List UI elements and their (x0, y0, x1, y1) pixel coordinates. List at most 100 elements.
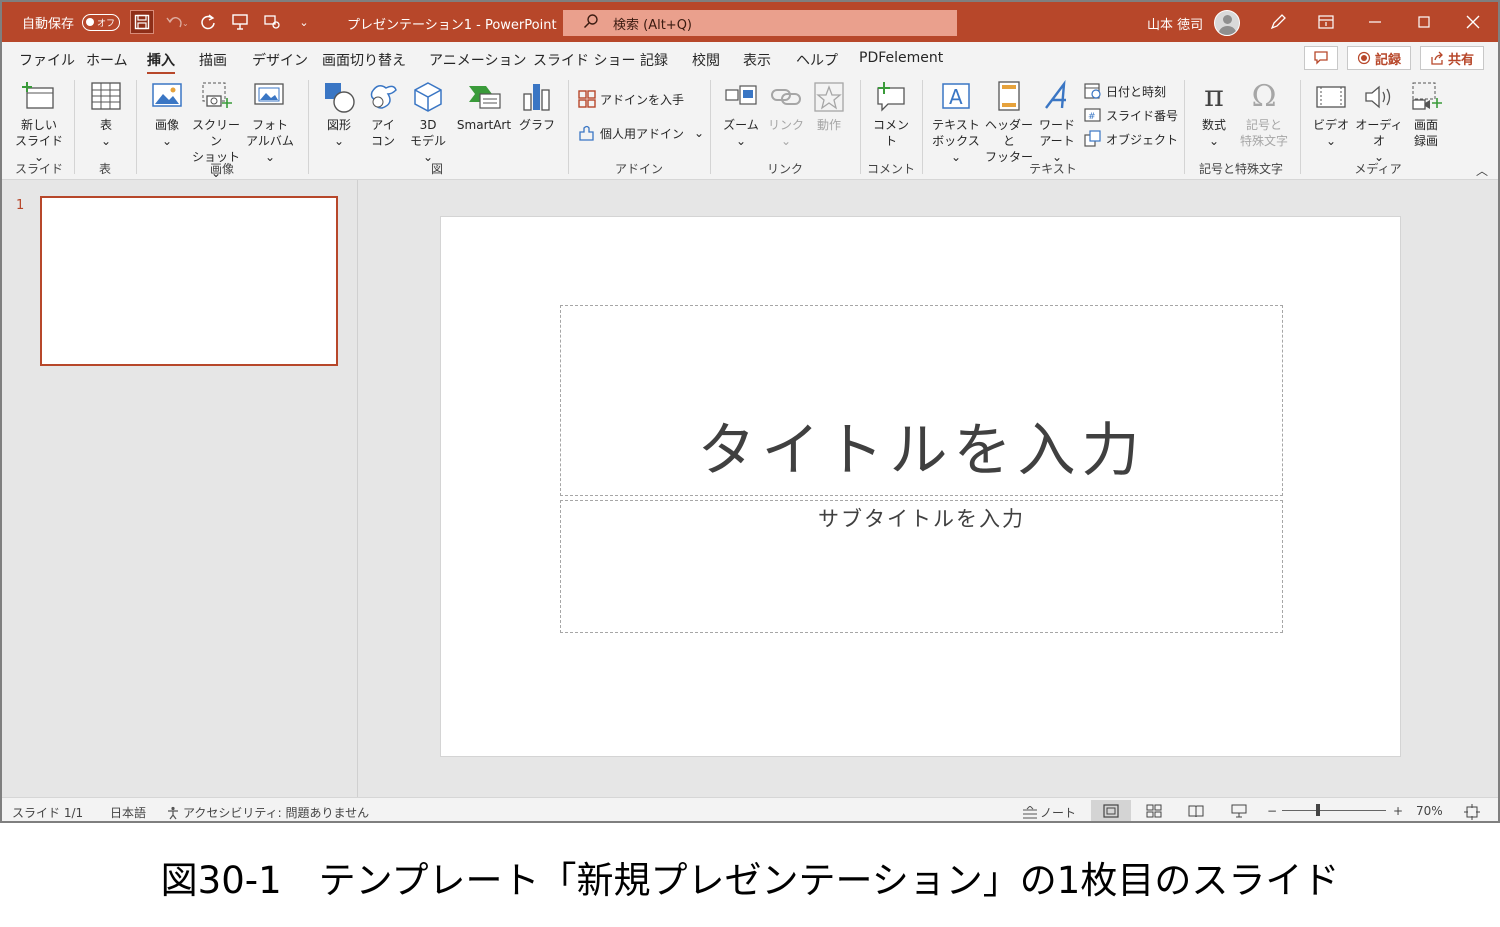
slide-sorter-icon (1146, 804, 1162, 818)
textbox-button[interactable]: A テキスト ボックス ⌄ (930, 80, 982, 165)
photo-album-button[interactable]: フォト アルバム ⌄ (242, 80, 298, 165)
textbox-icon: A (930, 80, 982, 114)
new-slide-button[interactable]: 新しい スライド ⌄ (10, 80, 68, 165)
title-bar: 自動保存 オフ ⌄ ⌄ プレゼンテーション1 - PowerPoint (2, 2, 1498, 42)
start-slideshow-icon[interactable] (228, 10, 252, 34)
notes-button[interactable]: ノート (1022, 804, 1076, 821)
screen-recording-button[interactable]: 画面 録画 (1404, 80, 1448, 149)
slideshow-view-button[interactable] (1219, 800, 1259, 821)
chart-button[interactable]: グラフ (516, 80, 558, 133)
subtitle-placeholder[interactable]: サブタイトルを入力 (560, 500, 1283, 633)
comments-button[interactable] (1304, 46, 1338, 70)
tab-animations[interactable]: アニメーション (429, 50, 526, 70)
get-addins-button[interactable]: アドインを入手 (578, 90, 684, 108)
audio-button[interactable]: オーディオ ⌄ (1354, 80, 1404, 165)
collapse-ribbon-icon[interactable]: ︿ (1476, 162, 1488, 179)
tab-design[interactable]: デザイン (252, 50, 308, 70)
shapes-button[interactable]: 図形 ⌄ (316, 80, 362, 149)
tab-file[interactable]: ファイル (19, 50, 75, 70)
table-button[interactable]: 表 ⌄ (82, 80, 130, 149)
table-icon (82, 80, 130, 114)
tab-help[interactable]: ヘルプ (796, 50, 838, 70)
powerpoint-window: 自動保存 オフ ⌄ ⌄ プレゼンテーション1 - PowerPoint (0, 0, 1500, 823)
tab-transitions[interactable]: 画面切り替え (322, 50, 406, 70)
group-label-symbols: 記号と特殊文字 (1198, 162, 1283, 176)
omega-icon: Ω (1251, 79, 1277, 114)
title-placeholder[interactable]: タイトルを入力 (560, 305, 1283, 496)
redo-icon[interactable] (196, 10, 220, 34)
symbol-button[interactable]: Ω 記号と 特殊文字 (1238, 80, 1290, 149)
zoom-slider-track[interactable] (1282, 810, 1386, 811)
maximize-icon[interactable] (1412, 10, 1436, 34)
zoom-level[interactable]: 70% (1416, 804, 1443, 818)
fit-to-window-icon[interactable] (1464, 804, 1480, 820)
header-footer-button[interactable]: ヘッダーと フッター (984, 80, 1034, 165)
reading-view-button[interactable] (1176, 800, 1216, 821)
slide-number-button[interactable]: # スライド番号 (1084, 106, 1178, 124)
tab-insert[interactable]: 挿入 (147, 50, 175, 75)
normal-view-button[interactable] (1091, 800, 1131, 821)
calendar-icon (1084, 83, 1101, 99)
icons-button[interactable]: アイ コン (364, 80, 402, 149)
slide-sorter-button[interactable] (1134, 800, 1174, 821)
language-indicator[interactable]: 日本語 (110, 804, 146, 821)
tab-home[interactable]: ホーム (86, 50, 128, 70)
tab-slideshow[interactable]: スライド ショー (533, 50, 635, 70)
wordart-button[interactable]: ワード アート ⌄ (1034, 80, 1080, 165)
my-addins-button[interactable]: 個人用アドイン ⌄ (578, 124, 704, 142)
picture-icon (144, 80, 190, 114)
photo-album-icon (242, 80, 298, 114)
object-button[interactable]: オブジェクト (1084, 130, 1178, 148)
group-label-text: テキスト (1029, 162, 1077, 176)
share-button[interactable]: 共有 (1420, 46, 1484, 70)
accessibility-status[interactable]: アクセシビリティ: 問題ありません (166, 804, 369, 821)
pen-icon[interactable] (1266, 10, 1290, 34)
group-label-media: メディア (1354, 162, 1402, 176)
slideshow-view-icon (1231, 804, 1247, 818)
zoom-in-button[interactable]: + (1393, 804, 1403, 818)
tab-review[interactable]: 校閲 (692, 50, 720, 70)
ribbon-display-options-icon[interactable] (1314, 10, 1338, 34)
customize-qat-icon[interactable]: ⌄ (292, 10, 316, 34)
action-button[interactable]: 動作 (808, 80, 850, 133)
reading-view-icon (1188, 805, 1204, 818)
group-label-images: 画像 (209, 162, 234, 176)
tab-pdfelement[interactable]: PDFelement (859, 50, 943, 66)
link-button[interactable]: リンク ⌄ (766, 80, 806, 149)
3d-models-button[interactable]: 3D モデル ⌄ (404, 80, 452, 165)
equation-button[interactable]: π 数式 ⌄ (1192, 80, 1236, 149)
undo-icon[interactable]: ⌄ (164, 10, 188, 34)
figure-caption: 図30-1 テンプレート「新規プレゼンテーション」の1枚目のスライド (160, 859, 1340, 902)
touch-mode-icon[interactable] (260, 10, 284, 34)
tab-view[interactable]: 表示 (743, 50, 771, 70)
save-icon[interactable] (130, 10, 155, 34)
search-box[interactable]: 検索 (Alt+Q) (563, 10, 957, 36)
ribbon-separator (1300, 80, 1301, 174)
zoom-slider-thumb[interactable] (1316, 804, 1320, 816)
tab-draw[interactable]: 描画 (199, 50, 227, 70)
slide-thumbnail[interactable] (40, 196, 338, 366)
screenshot-icon (190, 80, 242, 114)
zoom-out-button[interactable]: − (1267, 804, 1277, 818)
autosave-toggle[interactable]: オフ (82, 13, 121, 31)
screen-recording-icon (1404, 80, 1448, 114)
minimize-icon[interactable] (1363, 10, 1387, 34)
zoom-button[interactable]: ズーム ⌄ (718, 80, 764, 149)
smartart-icon (454, 80, 514, 114)
avatar[interactable] (1214, 10, 1240, 36)
smartart-button[interactable]: SmartArt (454, 80, 514, 133)
title-placeholder-text: タイトルを入力 (697, 416, 1146, 484)
new-comment-button[interactable]: コメント (868, 80, 914, 149)
thumbnail-slide-number: 1 (16, 198, 25, 213)
picture-button[interactable]: 画像 ⌄ (144, 80, 190, 149)
search-placeholder: 検索 (Alt+Q) (613, 17, 693, 33)
user-name[interactable]: 山本 徳司 (1147, 14, 1203, 33)
icons-icon (364, 80, 402, 114)
video-button[interactable]: ビデオ ⌄ (1308, 80, 1354, 149)
tab-record[interactable]: 記録 (640, 50, 668, 70)
close-icon[interactable] (1461, 10, 1485, 34)
comment-icon (1314, 51, 1328, 65)
video-icon (1308, 80, 1354, 114)
record-button[interactable]: 記録 (1347, 46, 1411, 70)
date-time-button[interactable]: 日付と時刻 (1084, 82, 1166, 100)
